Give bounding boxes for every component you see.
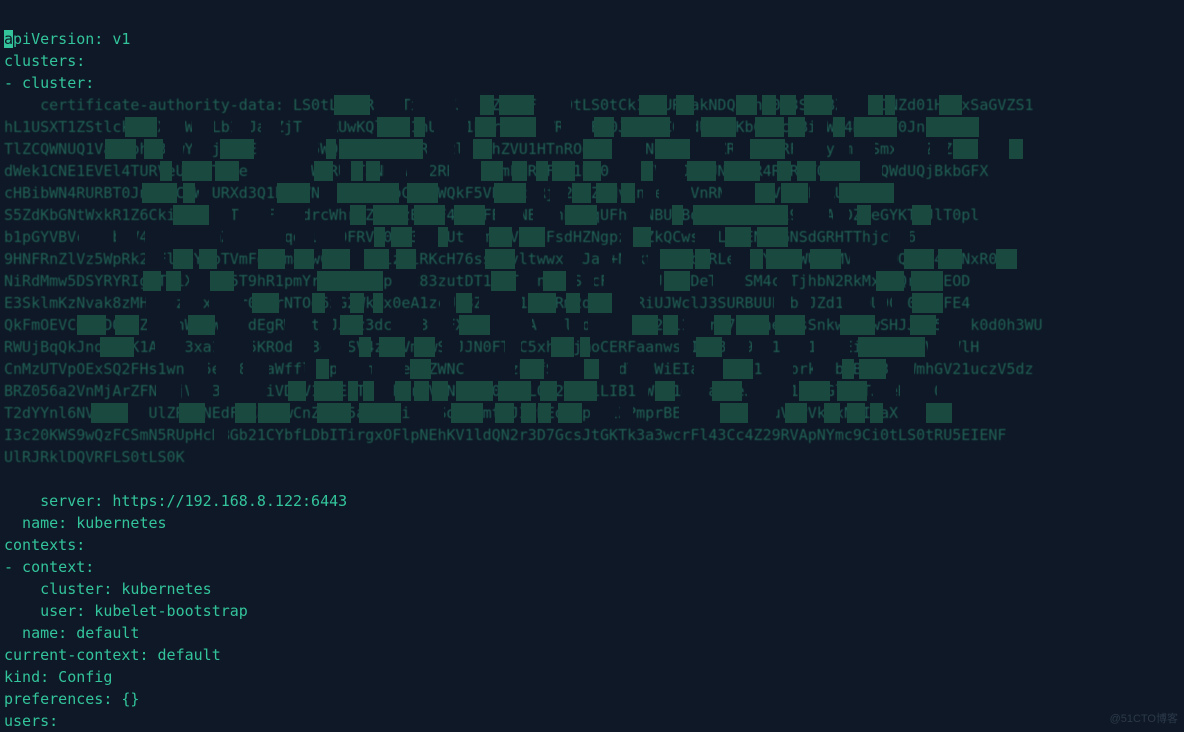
cert-line: T2dYYnl6NVZVQ2kzUlZRdGNEdFVXaWJwCnZnaM5a…: [4, 404, 898, 422]
cert-line: S5ZdKbGNtWxkR1Z6CkijdzZnMTlakFOQmdrcWhra…: [4, 206, 979, 224]
yaml-line: kind: Config: [4, 668, 112, 686]
yaml-line: apiVersion: v1: [4, 30, 130, 48]
cursor: a: [4, 30, 13, 48]
yaml-line: - context:: [4, 558, 94, 576]
cert-line: hL1USXT1ZStlckTFdXwfWOpLb1pJaHZjTkFRRUwK…: [4, 118, 925, 136]
cert-line: dWek1CNE1EVEl4TURVeU9UQTRNemz3cm2vWERUST…: [4, 162, 988, 180]
certificate-data-block: certificate-authority-data: LS0tLS1CRUdJ…: [4, 94, 1180, 468]
cert-line: 9HNFRnZlVz5WpRk2eFl6bYdpTVmFdUom8rwCh11y…: [4, 250, 1015, 268]
cert-line: UlRJRklDQVRFLS0tLS0K: [4, 448, 185, 466]
yaml-line: name: default: [4, 624, 139, 642]
cert-line: CnMzUTVpOExSQ2FHs1wnVg5esX88caWffl1jpfFX…: [4, 360, 1034, 378]
cert-line: cHBibWN4RURBT0JnTlZCQWNURXd3Q1hvTVNBRkFW…: [4, 184, 889, 202]
yaml-line: user: kubelet-bootstrap: [4, 602, 248, 620]
cert-line: b1pGYVBVcTJzbtV4pVNRdWHmZTlFeWpqduUBROFR…: [4, 228, 934, 246]
cert-line: I3c20KWS9wQzFCSmN5RUpHcDBGb21CYbfLDbITir…: [4, 426, 1006, 444]
yaml-line: current-context: default: [4, 646, 221, 664]
cert-line: E3SklmKzNvak8zMHDZpzYnxkKcr0VQrNTOd6zG2W…: [4, 294, 970, 312]
yaml-line: - cluster:: [4, 74, 94, 92]
yaml-line: server: https://192.168.8.122:6443: [4, 492, 347, 510]
watermark: @51CTO博客: [1110, 710, 1178, 726]
yaml-line: users:: [4, 712, 58, 730]
yaml-line: name: kubernetes: [4, 514, 167, 532]
cert-line: BRZ056a2VnMjArZFNpdjVpR3lkWPIiVDHV1KME5T…: [4, 382, 961, 400]
terminal-output: apiVersion: v1 clusters: - cluster: cert…: [0, 0, 1184, 732]
yaml-line: certificate-authority-data: LS0tLS1CRUdJ…: [4, 96, 1034, 114]
cert-line: RWUjBqQkJnd0ZVK1AibG3xa10td5KROd3p3erdSV…: [4, 338, 979, 356]
cert-line: QkFmOEVCQU1DQVFZd0VnWURWUFUdEgRWRCtlJJBz…: [4, 316, 1043, 334]
yaml-line: clusters:: [4, 52, 85, 70]
cert-line: TlZCQWNUQ1Vaa3phV3BwYm1jeEREQUtCZ05WQkFv…: [4, 140, 961, 158]
cert-line: NiRdMmw5DSYRYRIgdTViXkWFR5T9hR1pmYrcnTJN…: [4, 272, 970, 290]
yaml-line: preferences: {}: [4, 690, 139, 708]
yaml-line: cluster: kubernetes: [4, 580, 212, 598]
yaml-line: contexts:: [4, 536, 85, 554]
